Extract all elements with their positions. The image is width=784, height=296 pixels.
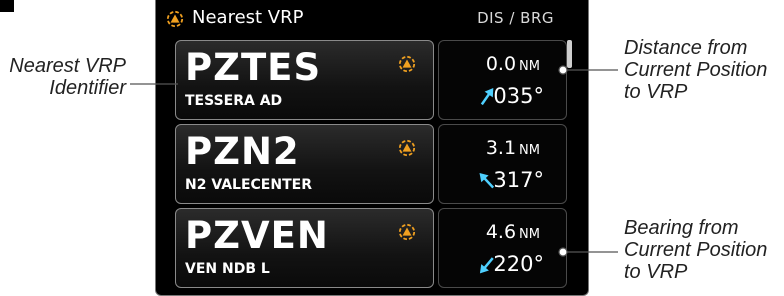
callout-line: to VRP bbox=[624, 81, 688, 103]
screen-title: Nearest VRP bbox=[192, 7, 304, 28]
distance-value: 4.6 bbox=[485, 221, 517, 243]
callout-line: Current Position bbox=[624, 239, 768, 261]
vrp-name: N2 VALECENTER bbox=[185, 177, 312, 193]
vrp-identifier-button[interactable]: PZN2 N2 VALECENTER bbox=[175, 124, 434, 204]
vrp-identifier: PZTES bbox=[185, 46, 322, 89]
callout-line: Current Position bbox=[624, 59, 768, 81]
vrp-identifier: PZN2 bbox=[185, 130, 300, 173]
callout-line: Identifier bbox=[49, 77, 126, 99]
callout-bearing: Bearing from Current Position to VRP bbox=[624, 217, 784, 283]
distance-value: 0.0 bbox=[485, 53, 517, 75]
nearest-vrp-screen: Nearest VRP DIS / BRG PZTES TESSERA AD 0… bbox=[155, 0, 589, 296]
distance-bearing-box: 4.6 NM 220° bbox=[438, 208, 567, 288]
callout-line: to VRP bbox=[624, 261, 688, 283]
callout-distance: Distance from Current Position to VRP bbox=[624, 37, 784, 103]
vrp-name: TESSERA AD bbox=[185, 93, 283, 109]
distance-bearing-box: 0.0 NM 035° bbox=[438, 40, 567, 120]
vrp-row: PZTES TESSERA AD 0.0 NM 035° bbox=[175, 40, 567, 120]
scrollbar-thumb[interactable] bbox=[567, 40, 572, 68]
distance-unit: NM bbox=[519, 227, 540, 242]
distance-readout: 3.1 NM bbox=[486, 137, 540, 159]
vrp-symbol-icon bbox=[398, 223, 416, 241]
distance-value: 3.1 bbox=[485, 137, 517, 159]
vrp-name: VEN NDB L bbox=[185, 261, 270, 277]
distance-readout: 0.0 NM bbox=[486, 53, 540, 75]
bearing-value: 035° bbox=[493, 84, 544, 108]
bearing-value: 317° bbox=[493, 168, 544, 192]
column-header-dis-brg: DIS / BRG bbox=[477, 9, 554, 27]
page-corner-marker bbox=[0, 0, 14, 12]
distance-unit: NM bbox=[519, 143, 540, 158]
vrp-row: PZVEN VEN NDB L 4.6 NM 220° bbox=[175, 208, 567, 288]
callout-line: Distance from bbox=[624, 37, 748, 59]
distance-unit: NM bbox=[519, 59, 540, 74]
bearing-value: 220° bbox=[493, 252, 544, 276]
distance-bearing-box: 3.1 NM 317° bbox=[438, 124, 567, 204]
callout-identifier: Nearest VRP Identifier bbox=[4, 55, 126, 99]
screen-header: Nearest VRP DIS / BRG bbox=[156, 0, 588, 36]
vrp-row: PZN2 N2 VALECENTER 3.1 NM 317° bbox=[175, 124, 567, 204]
callout-line: Bearing from bbox=[624, 217, 739, 239]
vrp-identifier-button[interactable]: PZTES TESSERA AD bbox=[175, 40, 434, 120]
vrp-identifier-button[interactable]: PZVEN VEN NDB L bbox=[175, 208, 434, 288]
vrp-symbol-icon bbox=[398, 139, 416, 157]
distance-readout: 4.6 NM bbox=[486, 221, 540, 243]
vrp-identifier: PZVEN bbox=[185, 214, 329, 257]
vrp-header-icon bbox=[166, 10, 184, 28]
vrp-symbol-icon bbox=[398, 55, 416, 73]
callout-line: Nearest VRP bbox=[9, 55, 126, 77]
